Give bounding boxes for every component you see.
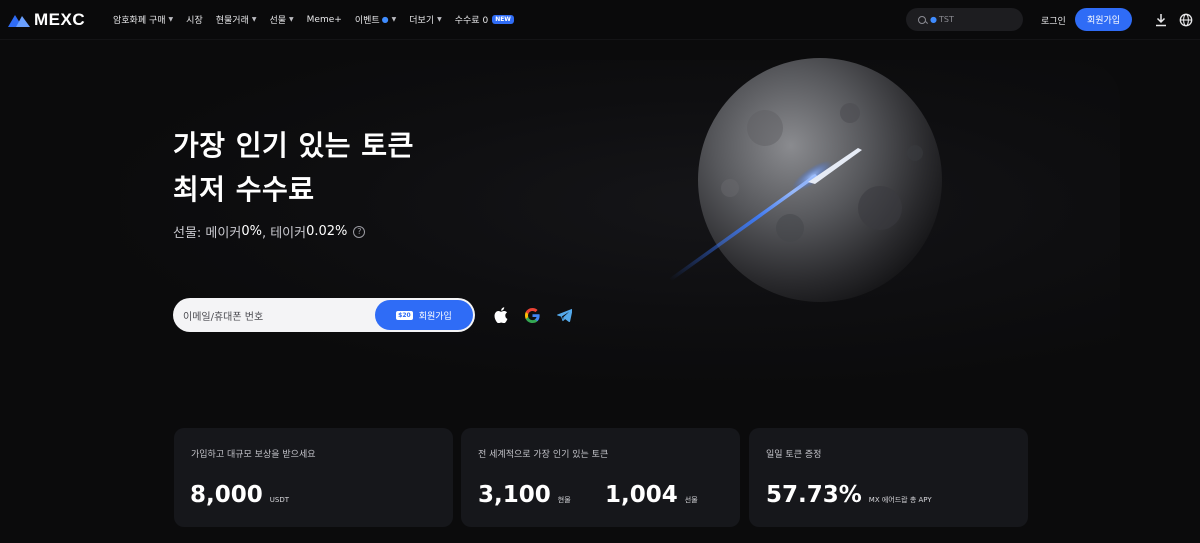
chevron-down-icon: ▼: [289, 16, 294, 23]
main-menu: 암호화폐 구매 ▼ 시장 현물거래 ▼ 선물 ▼ Meme+ 이벤트 ● ▼ 더보기 ▼ 수…: [113, 13, 527, 26]
card-stat: 8,000 USDT: [190, 482, 289, 508]
fee-prefix: 선물: 메이커: [173, 226, 242, 241]
chevron-down-icon: ▼: [437, 16, 442, 23]
nav-item-label: 수수료 0: [454, 16, 489, 26]
card-label: 가입하고 대규모 보상을 받으세요: [191, 450, 316, 460]
nav-item-meme[interactable]: Meme+: [307, 15, 342, 25]
search-value: TST: [938, 15, 954, 24]
stat-unit: 현물: [557, 496, 571, 504]
nav-item-label: 더보기: [409, 16, 435, 26]
tokens-card[interactable]: 전 세계적으로 가장 인기 있는 토큰 3,100 현물 1,004 선물: [461, 428, 740, 527]
mexc-logo[interactable]: MEXC: [8, 10, 108, 30]
hero-title-line1: 가장 인기 있는 토큰: [173, 129, 414, 162]
card-label: 일일 토큰 증정: [766, 450, 822, 460]
google-login-button[interactable]: [517, 300, 547, 330]
hero-title: 가장 인기 있는 토큰 최저 수수료: [173, 124, 414, 212]
chevron-down-icon: ▼: [251, 16, 257, 23]
moon-rocket-illustration: [670, 58, 942, 302]
nav-item-events[interactable]: 이벤트 ● ▼: [355, 13, 396, 26]
nav-item-markets[interactable]: 시장: [186, 13, 203, 26]
telegram-login-button[interactable]: [549, 300, 579, 330]
search-icon: [918, 15, 926, 24]
hero-signup-button[interactable]: $20 회원가입: [375, 300, 473, 330]
stat-unit: 선물: [684, 496, 698, 504]
signup-button[interactable]: 회원가입: [1075, 8, 1132, 31]
card-stat: 3,100 현물: [478, 482, 571, 508]
reward-card[interactable]: 가입하고 대규모 보상을 받으세요 8,000 USDT: [174, 428, 453, 527]
nav-item-spot[interactable]: 현물거래 ▼: [216, 13, 257, 26]
stat-unit: USDT: [269, 496, 289, 504]
chevron-down-icon: ▼: [168, 16, 174, 23]
card-stat: 57.73% MX 에어드랍 총 APY: [766, 482, 932, 508]
apple-icon: [494, 307, 508, 323]
page: MEXC 암호화폐 구매 ▼ 시장 현물거래 ▼ 선물 ▼ Meme+ 이벤트 ● ▼ 더…: [0, 0, 1200, 543]
nav-item-label: 이벤트: [354, 16, 380, 26]
fee-subtitle: 선물: 메이커 0% , 테이커 0.02% ?: [173, 222, 366, 241]
globe-icon[interactable]: [1179, 13, 1193, 27]
brand-name: MEXC: [34, 9, 86, 29]
airdrop-card[interactable]: 일일 토큰 증정 57.73% MX 에어드랍 총 APY: [749, 428, 1028, 527]
nav-item-zero-fee[interactable]: 수수료 0 NEW: [455, 13, 514, 26]
nav-item-label: Meme+: [306, 14, 342, 25]
nav-item-futures[interactable]: 선물 ▼: [269, 13, 293, 26]
drop-icon: ●: [381, 15, 389, 24]
gift-badge: $20: [396, 310, 413, 320]
stat-value: 8,000: [190, 482, 263, 508]
stat-unit: MX 에어드랍 총 APY: [868, 496, 932, 504]
drop-icon: ●: [930, 15, 937, 24]
email-placeholder: 이메일/휴대폰 번호: [183, 311, 264, 323]
nav-item-label: 시장: [186, 16, 203, 26]
chevron-down-icon: ▼: [391, 16, 397, 23]
top-nav: MEXC 암호화폐 구매 ▼ 시장 현물거래 ▼ 선물 ▼ Meme+ 이벤트 ● ▼ 더…: [0, 0, 1200, 40]
stat-value: 57.73%: [766, 482, 862, 508]
nav-item-label: 암호화폐 구매: [113, 16, 166, 26]
stat-value: 3,100: [478, 482, 551, 508]
fee-mid: , 테이커: [261, 226, 307, 241]
google-icon: [524, 307, 540, 323]
taker-fee: 0.02%: [306, 224, 348, 239]
card-stat: 1,004 선물: [605, 482, 698, 508]
card-label: 전 세계적으로 가장 인기 있는 토큰: [478, 450, 609, 460]
hero-signup-label: 회원가입: [418, 311, 452, 322]
nav-item-buy-crypto[interactable]: 암호화폐 구매 ▼: [113, 13, 173, 26]
search-input[interactable]: ● TST: [906, 8, 1023, 31]
nav-item-label: 선물: [269, 16, 287, 26]
maker-fee: 0%: [241, 224, 262, 239]
apple-login-button[interactable]: [486, 300, 516, 330]
download-icon[interactable]: [1154, 13, 1168, 27]
help-icon[interactable]: ?: [353, 225, 366, 238]
hero-title-line2: 최저 수수료: [173, 173, 315, 206]
new-badge: NEW: [492, 15, 514, 24]
mexc-logo-icon: [8, 14, 30, 27]
nav-item-label: 현물거래: [215, 16, 249, 26]
email-input[interactable]: 이메일/휴대폰 번호 $20 회원가입: [173, 298, 475, 332]
nav-item-more[interactable]: 더보기 ▼: [409, 13, 441, 26]
login-link[interactable]: 로그인: [1041, 14, 1066, 27]
stat-value: 1,004: [605, 482, 678, 508]
telegram-icon: [556, 308, 572, 322]
